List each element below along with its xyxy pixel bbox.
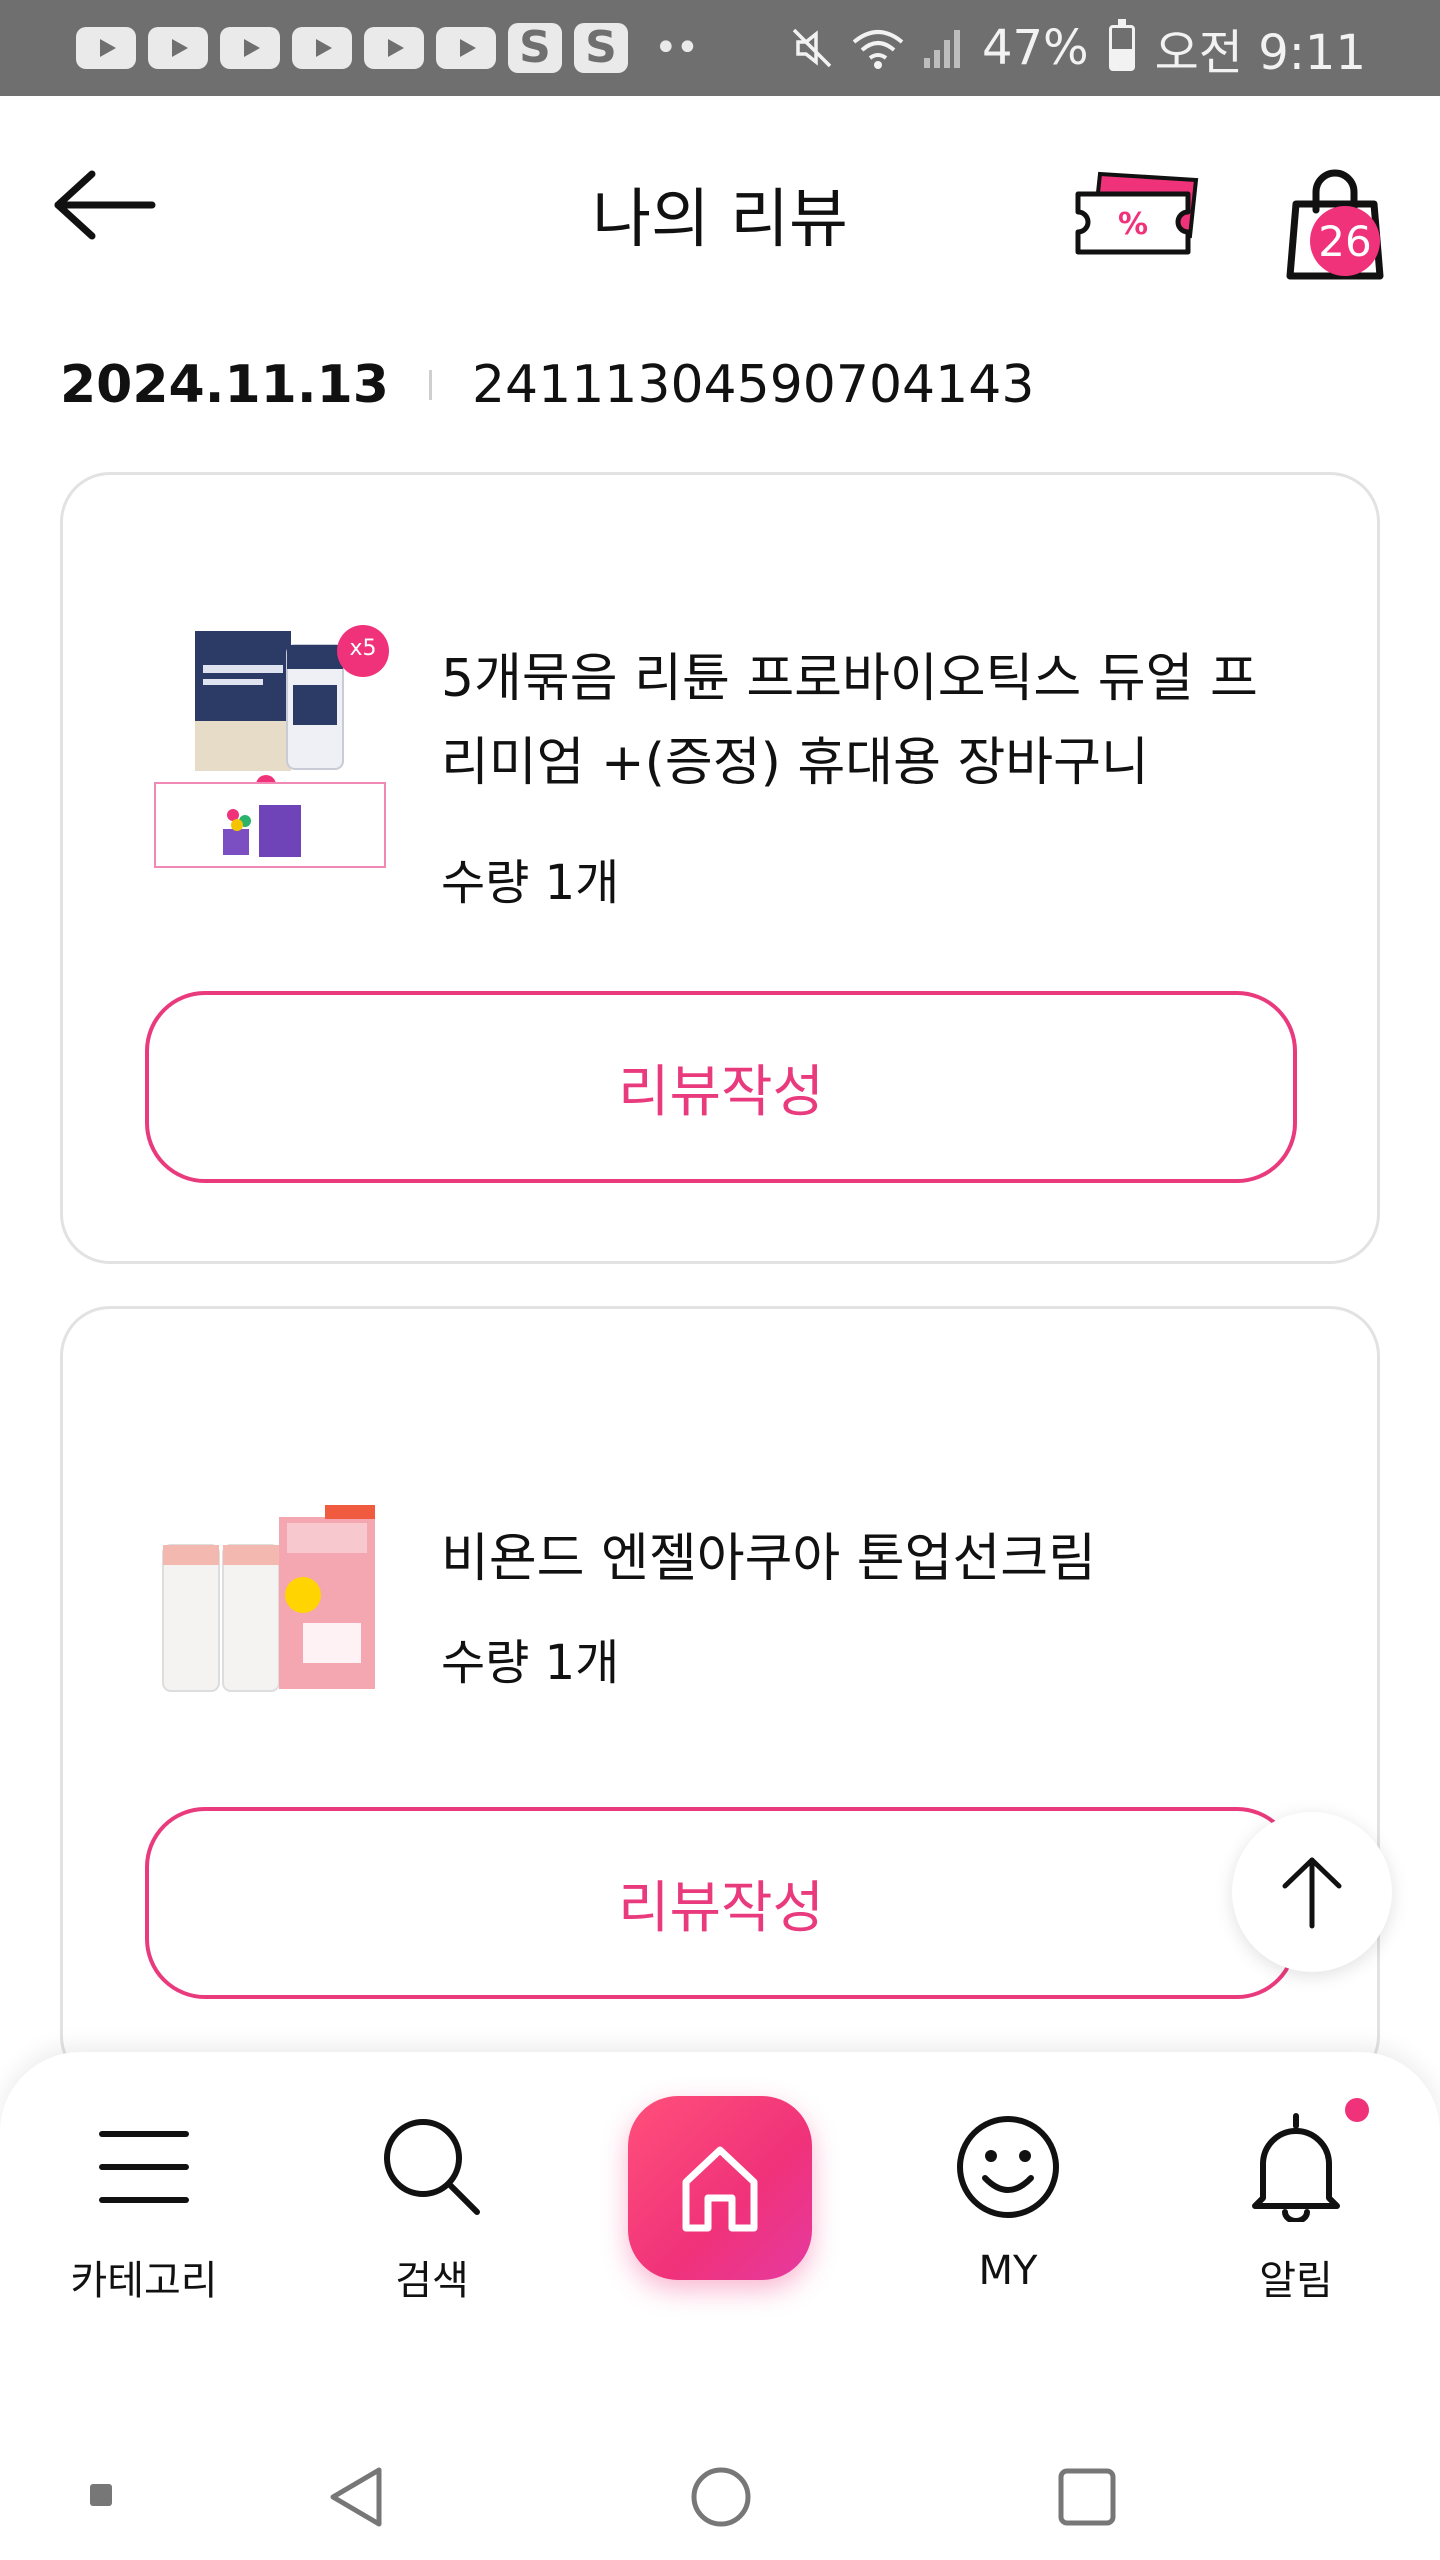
youtube-icon — [364, 27, 424, 69]
youtube-icon — [220, 27, 280, 69]
recents-nav-button[interactable] — [1054, 2464, 1120, 2530]
order-number: 24111304590704143 — [471, 355, 1035, 415]
cart-count-badge: 26 — [1310, 206, 1380, 276]
order-date: 2024.11.13 — [60, 355, 389, 415]
divider — [428, 370, 432, 400]
nav-label: 카테고리 — [70, 2258, 218, 2304]
nav-alarm[interactable]: 알림 — [1186, 2112, 1406, 2312]
status-bar: S S •• 47% 오전 9:11 — [0, 0, 1440, 96]
nav-category[interactable]: 카테고리 — [34, 2112, 254, 2312]
nav-search[interactable]: 검색 — [322, 2112, 542, 2312]
triangle-back-icon — [330, 2467, 382, 2527]
circle-home-icon — [691, 2467, 751, 2527]
svg-text:%: % — [1118, 207, 1148, 242]
nav-my[interactable]: MY — [898, 2112, 1118, 2312]
write-review-button[interactable]: 리뷰작성 — [145, 1807, 1297, 1999]
home-icon — [682, 2146, 758, 2232]
s-app-icon: S — [508, 23, 562, 73]
bundle-badge: x5 — [349, 636, 376, 661]
battery-percent: 47% — [981, 20, 1089, 76]
nav-label: 알림 — [1259, 2258, 1333, 2304]
app-header: 나의 리뷰 % — [0, 96, 1440, 326]
nav-home[interactable] — [628, 2096, 812, 2280]
more-notifications-icon: •• — [654, 25, 699, 71]
coupon-button[interactable]: % — [1070, 166, 1210, 266]
bell-icon — [1241, 2112, 1351, 2222]
product-quantity: 수량 1개 — [441, 855, 620, 911]
smiley-icon — [953, 2112, 1063, 2222]
search-icon — [377, 2112, 487, 2222]
battery-icon — [1108, 19, 1135, 71]
scroll-to-top-button[interactable] — [1232, 1812, 1392, 1972]
system-icons: 47% 오전 9:11 — [788, 13, 1366, 83]
youtube-icon — [148, 27, 208, 69]
product-image: x5 — [153, 625, 403, 885]
square-recents-icon — [1058, 2468, 1116, 2526]
bottom-nav: 카테고리 검색 MY 알림 — [0, 2052, 1440, 2432]
product-image — [153, 1499, 403, 1699]
nav-label: MY — [978, 2248, 1038, 2294]
back-nav-button[interactable] — [320, 2462, 390, 2532]
product-name: 비욘드 엔젤아쿠아 톤업선크림 — [441, 1529, 1096, 1589]
youtube-icon — [76, 27, 136, 69]
youtube-icon — [436, 27, 496, 69]
product-quantity: 수량 1개 — [441, 1635, 620, 1691]
review-card: x5 5개묶음 리튠 프로바이오틱스 듀얼 프리미엄 +(증정) 휴대용 장바구… — [60, 472, 1380, 1264]
review-card: 비욘드 엔젤아쿠아 톤업선크림 수량 1개 리뷰작성 — [60, 1306, 1380, 2086]
coupon-icon: % — [1075, 171, 1199, 255]
keyboard-indicator-icon — [88, 2482, 114, 2508]
youtube-icon — [292, 27, 352, 69]
nav-label: 검색 — [395, 2258, 469, 2304]
write-review-button[interactable]: 리뷰작성 — [145, 991, 1297, 1183]
order-info: 2024.11.13 24111304590704143 — [60, 355, 1034, 415]
home-nav-button[interactable] — [686, 2462, 756, 2532]
wifi-icon — [850, 24, 906, 72]
arrow-up-icon — [1282, 1857, 1342, 1929]
product-name: 5개묶음 리튠 프로바이오틱스 듀얼 프리미엄 +(증정) 휴대용 장바구니 — [441, 649, 1258, 793]
s-app-icon: S — [574, 23, 628, 73]
mute-icon — [788, 24, 836, 72]
clock: 오전 9:11 — [1154, 25, 1366, 81]
menu-icon — [89, 2112, 199, 2222]
page-title: 나의 리뷰 — [592, 183, 848, 257]
signal-icon — [920, 24, 968, 72]
notification-dot — [1345, 2098, 1369, 2122]
system-nav-bar — [0, 2432, 1440, 2560]
notification-icons: S S •• — [76, 23, 699, 73]
